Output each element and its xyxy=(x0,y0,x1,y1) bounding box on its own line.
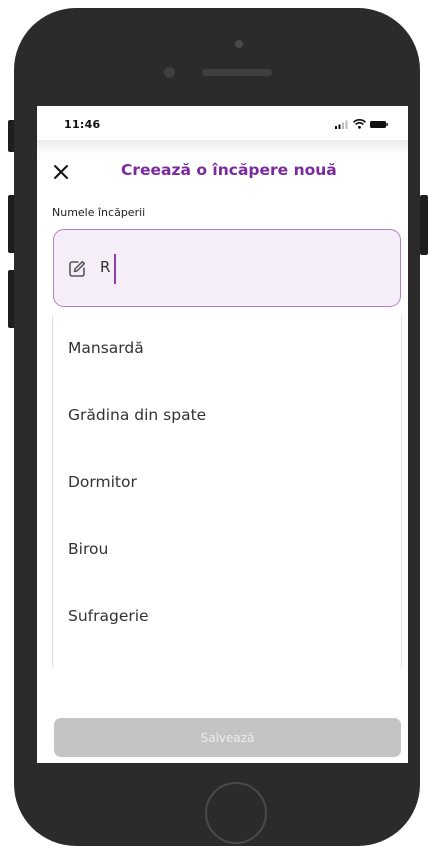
front-camera xyxy=(164,67,175,78)
status-time: 11:46 xyxy=(64,118,101,131)
home-button[interactable] xyxy=(205,782,267,844)
battery-icon xyxy=(370,120,388,128)
signal-icon xyxy=(335,120,348,129)
edit-icon xyxy=(69,260,86,277)
room-name-input[interactable]: R xyxy=(53,229,401,307)
header-divider xyxy=(37,140,408,154)
room-name-label: Numele încăperii xyxy=(52,206,146,219)
suggestion-item-dormitor[interactable]: Dormitor xyxy=(68,473,137,491)
close-icon[interactable] xyxy=(51,162,71,182)
power-button xyxy=(420,195,428,255)
suggestion-list: Mansardă Grădina din spate Dormitor Biro… xyxy=(52,315,402,667)
page-title: Creează o încăpere nouă xyxy=(121,161,337,179)
wifi-icon xyxy=(353,119,366,129)
suggestion-item-gradina[interactable]: Grădina din spate xyxy=(68,406,206,424)
suggestion-item-birou[interactable]: Birou xyxy=(68,540,108,558)
stage: 11:46 Creează o încăpere nouă Numele înc… xyxy=(0,0,436,849)
text-cursor xyxy=(114,254,116,284)
earpiece-speaker xyxy=(202,69,272,76)
suggestion-item-mansarda[interactable]: Mansardă xyxy=(68,339,144,357)
room-name-value: R xyxy=(100,258,111,276)
suggestion-item-sufragerie[interactable]: Sufragerie xyxy=(68,607,149,625)
status-icons xyxy=(335,119,388,129)
proximity-sensor xyxy=(235,40,243,48)
app-screen: 11:46 Creează o încăpere nouă Numele înc… xyxy=(37,106,408,763)
save-button[interactable]: Salvează xyxy=(54,718,401,757)
